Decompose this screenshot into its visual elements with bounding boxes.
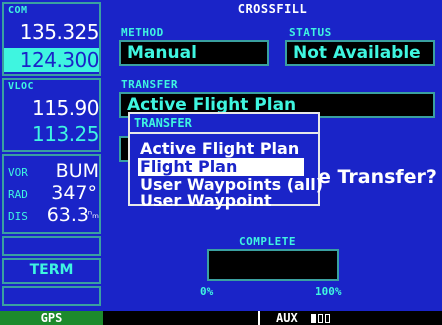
com-window: COM 135.325 124.300 (2, 2, 101, 76)
method-label: METHOD (121, 26, 164, 39)
com-active-frequency: 135.325 (19, 20, 100, 44)
vor-distance-value: 63.3 (46, 204, 89, 226)
vor-distance-row: DIS 63.3 ⁿₘ (8, 204, 99, 228)
page-indicator-box (318, 314, 323, 323)
transfer-prompt: e Transfer? (318, 166, 437, 188)
popup-title: TRANSFER (134, 116, 192, 130)
vloc-window: VLOC 115.90 113.25 (2, 78, 101, 152)
vloc-standby-frequency[interactable]: 113.25 (4, 122, 99, 146)
transfer-label: TRANSFER (121, 78, 178, 91)
vor-info-window: VOR BUM RAD 347° DIS 63.3 ⁿₘ (2, 154, 101, 234)
vor-radial-value: 347° (51, 182, 97, 204)
vor-distance-unit: ⁿₘ (87, 208, 99, 221)
complete-progress-bar (207, 249, 339, 281)
blank-window (2, 286, 101, 306)
status-label: STATUS (289, 26, 332, 39)
page-indicator-box (311, 314, 316, 323)
page-group-label: AUX (276, 311, 298, 325)
vor-radial-row: RAD 347° (8, 182, 99, 206)
cdi-scale-window: TERM (2, 258, 101, 284)
vloc-active-frequency: 115.90 (32, 96, 99, 120)
cdi-scale-label: TERM (29, 262, 74, 278)
com-standby-frequency[interactable]: 124.300 (4, 48, 100, 72)
vloc-label: VLOC (8, 81, 35, 92)
status-bar: GPS AUX (0, 311, 442, 325)
vor-id-row: VOR BUM (8, 160, 99, 184)
transfer-popup: TRANSFER Active Flight Plan Flight Plan … (128, 112, 323, 210)
popup-divider (130, 132, 318, 134)
popup-item-flight-plan[interactable]: Flight Plan (138, 158, 304, 176)
page-indicator-box (325, 314, 330, 323)
popup-item-user-waypoint[interactable]: User Waypoint (138, 192, 272, 210)
progress-min-label: 0% (200, 285, 214, 298)
vor-radial-label: RAD (8, 188, 28, 201)
page-title: CROSSFILL (237, 2, 308, 16)
popup-item-active-flight-plan[interactable]: Active Flight Plan (138, 140, 299, 158)
cdi-window (2, 236, 101, 256)
gps-mode-indicator: GPS (0, 311, 103, 325)
vor-id-label: VOR (8, 166, 28, 179)
vor-distance-label: DIS (8, 210, 28, 223)
com-label: COM (8, 5, 28, 16)
complete-label: COMPLETE (239, 235, 296, 248)
status-field: Not Available (285, 40, 435, 66)
status-divider (258, 311, 260, 325)
radio-column: COM 135.325 124.300 VLOC 115.90 113.25 V… (0, 0, 103, 311)
vor-id-value: BUM (55, 160, 99, 182)
progress-max-label: 100% (315, 285, 342, 298)
method-field[interactable]: Manual (119, 40, 269, 66)
